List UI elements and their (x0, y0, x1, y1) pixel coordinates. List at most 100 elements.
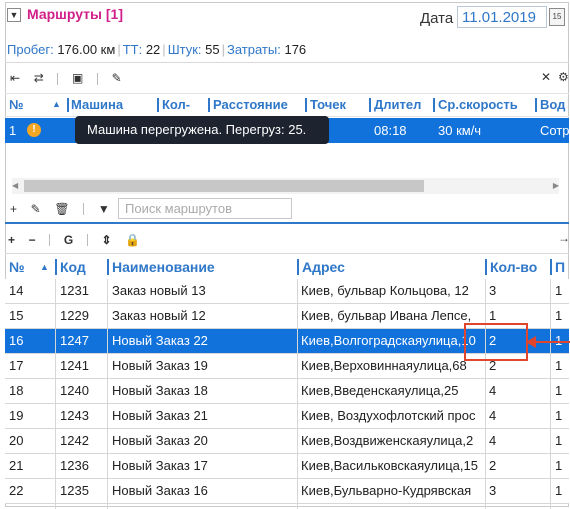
order-address: Киев,Верховиннаяулица,68 (301, 358, 467, 373)
col-separator (485, 259, 487, 275)
scrollbar-thumb[interactable] (24, 180, 424, 192)
order-code: 1229 (60, 308, 89, 323)
sort-arrows-icon[interactable]: ⇕ (102, 233, 112, 247)
orders-toolbar: + − G ⇕ 🔒 (8, 231, 150, 247)
col-qty[interactable]: Кол-во (490, 259, 550, 275)
col-separator (297, 259, 299, 275)
col-address[interactable]: Адрес (302, 259, 484, 275)
remove-order-icon[interactable]: − (29, 233, 36, 247)
col-separator (208, 98, 210, 112)
order-num: 14 (9, 283, 24, 298)
order-address: Киев,Введенскаяулица,25 (301, 383, 459, 398)
col-code[interactable]: Код (60, 259, 106, 275)
order-name: Новый Заказ 16 (112, 483, 208, 498)
date-field[interactable]: 11.01.2019 (457, 6, 547, 28)
swap-arrows-icon[interactable]: ⇄ (34, 71, 44, 85)
edit-icon[interactable]: ✎ (31, 202, 41, 216)
arrow-head-icon (526, 336, 536, 348)
order-qty: 1 (489, 308, 497, 323)
col-points[interactable]: Точек (310, 97, 368, 112)
collapse-arrows-icon[interactable]: ⇤ (10, 71, 20, 85)
col-separator (107, 259, 109, 275)
col-duration[interactable]: Длител (374, 97, 430, 112)
toolbar-separator (86, 233, 88, 246)
order-code: 1242 (60, 433, 89, 448)
order-address: Киев,Васильковскаяулица,15 (301, 458, 478, 473)
order-num: 17 (9, 358, 24, 373)
grid-line (485, 279, 486, 509)
order-name: Новый Заказ 18 (112, 383, 208, 398)
wrench-icon[interactable]: ✎ (112, 71, 122, 85)
route-edit-toolbar: + ✎ 🗑 ▼ (10, 200, 120, 216)
print-icon[interactable]: ▣ (72, 71, 83, 85)
col-separator (433, 98, 435, 112)
order-p: 1 (555, 433, 563, 448)
filter-icon[interactable]: ▼ (98, 202, 110, 216)
collapse-icon[interactable]: ▼ (7, 8, 21, 22)
route-num: 1 (9, 123, 17, 138)
search-routes-input[interactable]: Поиск маршрутов (118, 198, 292, 219)
delete-icon[interactable]: 🗑 (54, 202, 69, 216)
costs-label: Затраты: (227, 42, 281, 57)
order-code: 1231 (60, 283, 89, 298)
route-speed: 30 км/ч (438, 123, 482, 138)
order-code: 1243 (60, 408, 89, 423)
order-address: Киев,Бульварно-Кудрявская (301, 483, 472, 498)
order-qty: 4 (489, 383, 497, 398)
order-qty: 2 (489, 458, 497, 473)
add-order-icon[interactable]: + (8, 233, 15, 247)
order-code: 1247 (60, 333, 89, 348)
col-num[interactable]: № (9, 97, 24, 112)
horizontal-scrollbar[interactable]: ◀ ▶ (12, 178, 559, 194)
col-separator (67, 98, 69, 112)
pieces-value: 55 (205, 42, 220, 57)
route-driver: Сотр (540, 123, 570, 138)
order-address: Киев, бульвар Кольцова, 12 (301, 283, 469, 298)
scroll-left-icon[interactable]: ◀ (12, 181, 18, 190)
toolbar-separator (57, 72, 59, 85)
add-icon[interactable]: + (10, 202, 17, 216)
order-code: 1236 (60, 458, 89, 473)
order-num: 18 (9, 383, 24, 398)
order-p: 1 (555, 283, 563, 298)
order-code: 1235 (60, 483, 89, 498)
highlight-box (464, 323, 528, 361)
pieces-label: Штук: (167, 42, 202, 57)
order-num: 20 (9, 433, 24, 448)
toolbar-separator (83, 202, 85, 215)
toolbar-separator (49, 233, 51, 246)
col-count[interactable]: Кол- (162, 97, 206, 112)
col-separator (369, 98, 371, 112)
order-num: 16 (9, 333, 24, 348)
col-distance[interactable]: Расстояние (213, 97, 305, 112)
col-name[interactable]: Наименование (112, 259, 298, 275)
expand-right-icon[interactable]: → (558, 231, 570, 245)
order-address: Киев, Воздухофлотский прос (301, 408, 476, 423)
order-name: Новый Заказ 21 (112, 408, 208, 423)
col-car[interactable]: Машина (71, 97, 157, 112)
calendar-icon[interactable]: 15 (549, 8, 565, 26)
col-speed[interactable]: Ср.скорость (438, 97, 533, 112)
scroll-right-icon[interactable]: ▶ (553, 181, 559, 190)
tt-label: ТТ: (122, 42, 143, 57)
order-num: 15 (9, 308, 24, 323)
shuffle-icon[interactable]: ✕ (541, 70, 551, 84)
group-icon[interactable]: G (64, 233, 73, 247)
orders-grid-header: № ▲ Код Наименование Адрес Кол-во П (5, 253, 569, 281)
col-separator (305, 98, 307, 112)
order-code: 1240 (60, 383, 89, 398)
overload-tooltip: Машина перегружена. Перегруз: 25. (75, 116, 329, 144)
col-separator (550, 259, 552, 275)
order-num: 21 (9, 458, 24, 473)
splitter[interactable] (5, 222, 569, 224)
settings-icon[interactable]: ⚙ (558, 70, 569, 84)
routes-toolbar: ⇤ ⇄ ▣ ✎ (10, 70, 132, 85)
col-order-num[interactable]: № (9, 259, 25, 275)
col-driver[interactable]: Вод (540, 97, 569, 112)
grid-line (297, 279, 298, 509)
sort-up-icon[interactable]: ▲ (52, 99, 61, 109)
col-p[interactable]: П (555, 259, 569, 275)
order-qty: 3 (489, 283, 497, 298)
sort-up-icon[interactable]: ▲ (40, 262, 49, 272)
lock-icon[interactable]: 🔒 (125, 233, 140, 247)
